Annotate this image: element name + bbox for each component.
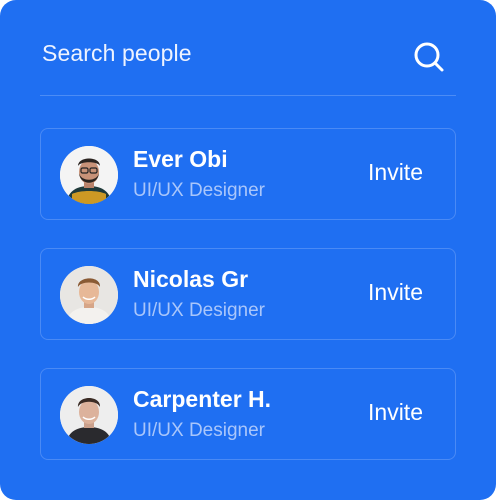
list-item: Nicolas Gr UI/UX Designer Invite — [40, 248, 456, 340]
search-bar[interactable]: Search people — [40, 30, 456, 82]
people-list: Ever Obi UI/UX Designer Invite Nicolas G… — [40, 128, 456, 488]
invite-button[interactable]: Invite — [368, 399, 423, 426]
person-name: Carpenter H. — [133, 386, 272, 412]
divider — [40, 95, 456, 96]
person-role: UI/UX Designer — [133, 420, 265, 441]
invite-button[interactable]: Invite — [368, 159, 423, 186]
person-name: Nicolas Gr — [133, 266, 249, 292]
avatar — [60, 266, 118, 324]
person-role: UI/UX Designer — [133, 300, 265, 321]
person-name: Ever Obi — [133, 146, 228, 172]
search-icon[interactable] — [412, 40, 446, 74]
list-item: Carpenter H. UI/UX Designer Invite — [40, 368, 456, 460]
invite-button[interactable]: Invite — [368, 279, 423, 306]
list-item: Ever Obi UI/UX Designer Invite — [40, 128, 456, 220]
avatar — [60, 146, 118, 204]
search-people-panel: Search people Ever Obi UI/UX Designer In… — [0, 0, 496, 500]
person-role: UI/UX Designer — [133, 180, 265, 201]
search-input[interactable]: Search people — [42, 40, 192, 67]
avatar — [60, 386, 118, 444]
